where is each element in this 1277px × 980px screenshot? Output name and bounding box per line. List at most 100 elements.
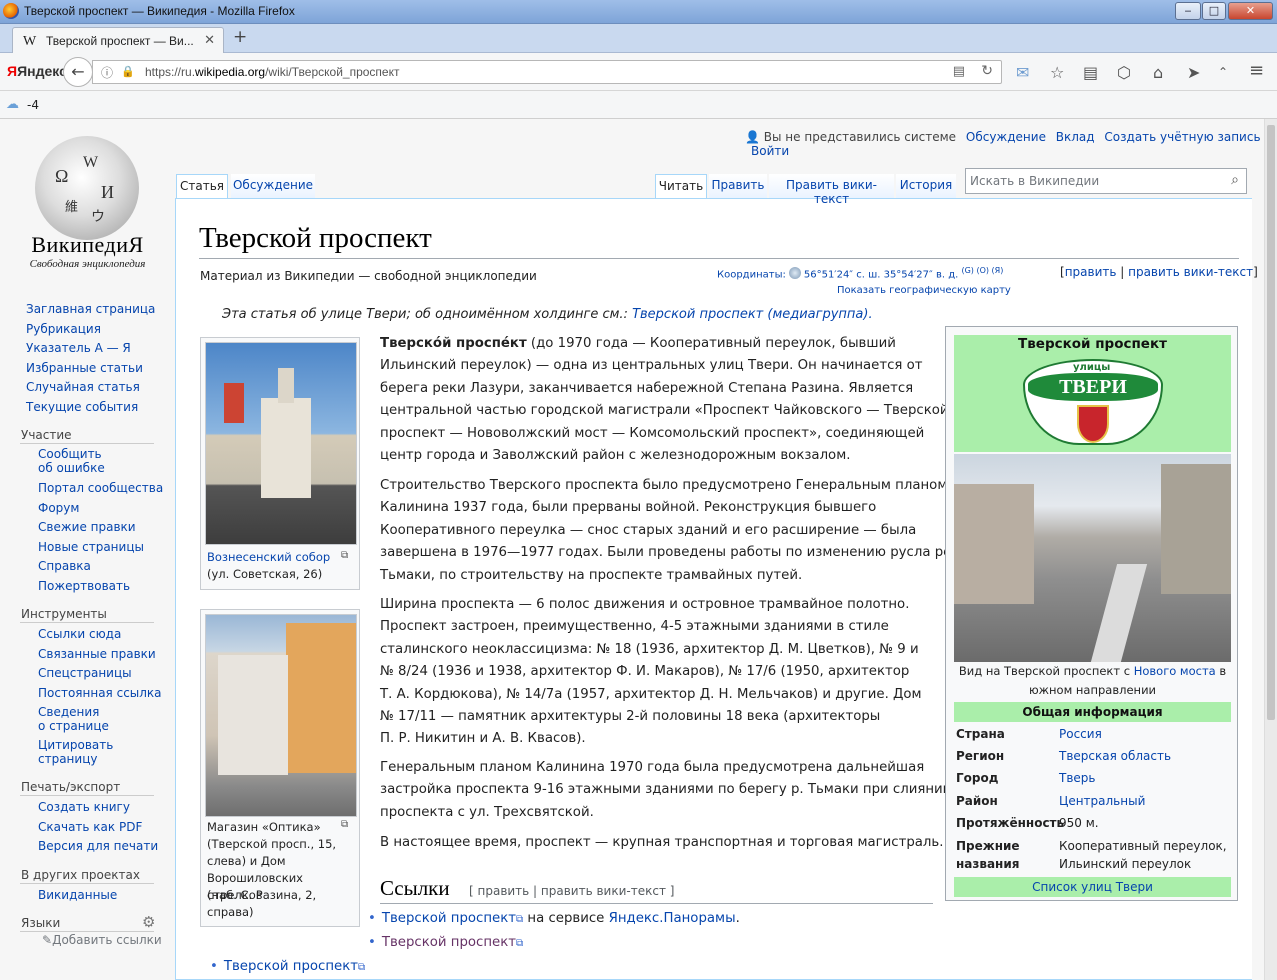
reader-view-icon[interactable]: ▤ [953, 64, 965, 79]
tab-edit[interactable]: Править [709, 174, 767, 198]
tab-edit-source[interactable]: Править вики-текст [769, 174, 894, 206]
sidebar-item-page-info[interactable]: Сведения [38, 705, 99, 719]
search-icon[interactable]: ⌕ [1231, 172, 1239, 188]
new-tab-button[interactable]: + [233, 27, 247, 47]
enlarge-icon[interactable]: ⧉ [341, 819, 348, 830]
article-paragraph-architecture: Ширина проспекта — 6 полос движения и ос… [380, 594, 930, 751]
add-links-link[interactable]: ✎Добавить ссылки [42, 933, 162, 947]
external-link[interactable]: Тверской проспект [224, 959, 358, 974]
scrollbar-thumb[interactable] [1267, 125, 1275, 720]
paragraph-line: Ширина проспекта — 6 полос движения и ос… [380, 597, 910, 612]
menu-icon[interactable]: ≡ [1249, 60, 1264, 81]
left-building [954, 484, 1034, 604]
sidebar-heading-projects: В других проектах [21, 868, 140, 882]
personal-talk-link[interactable]: Обсуждение [966, 130, 1046, 144]
sidebar-item-wikidata[interactable]: Викиданные [38, 888, 117, 902]
wikipedia-wordmark[interactable]: ВикипедиЯ [0, 232, 175, 258]
tab-history[interactable]: История [896, 174, 956, 198]
close-window-button[interactable]: ✕ [1228, 2, 1273, 20]
url-bar[interactable]: ⓘ 🔒 https://ru.wikipedia.org/wiki/Тверск… [92, 60, 1002, 84]
sidebar-item-categories[interactable]: Рубрикация [26, 322, 101, 336]
wikipedia-globe-logo[interactable]: Ω W И 維 ウ [35, 136, 139, 240]
coordinates[interactable]: Координаты: 56°51′24″ с. ш. 35°54′27″ в. … [717, 266, 1003, 280]
globe-icon [788, 267, 801, 280]
paragraph-line: П. Р. Никитин и А. В. Квасов). [380, 731, 586, 747]
optika-photo[interactable] [205, 614, 357, 817]
home-icon[interactable]: ⌂ [1153, 63, 1163, 82]
country-link[interactable]: Россия [1059, 727, 1102, 741]
yandex-label: Яндекс [17, 63, 67, 79]
external-link[interactable]: Тверской проспект [382, 935, 516, 950]
bookmark-star-icon[interactable]: ☆ [1050, 63, 1064, 82]
pocket-icon[interactable]: ⬡ [1117, 63, 1131, 82]
paragraph-line: берега реки Лазури, заканчивается набере… [380, 380, 914, 396]
sidebar-item-current-events[interactable]: Текущие события [26, 400, 138, 414]
sidebar-item-related-changes[interactable]: Связанные правки [38, 647, 156, 661]
back-button[interactable]: ← [63, 57, 93, 87]
edit-source-link[interactable]: править вики-текст [1128, 265, 1253, 279]
sidebar-item-special-pages[interactable]: Спецстраницы [38, 666, 132, 680]
infobox: Тверской проспект улицы ТВЕРИ Вид на Тве… [945, 326, 1238, 901]
tab-talk[interactable]: Обсуждение [231, 174, 315, 198]
article-paragraph-intro: Тверско́й проспе́кт (до 1970 года — Кооп… [380, 333, 949, 467]
maximize-button[interactable]: □ [1202, 2, 1226, 20]
sidebar-item-community[interactable]: Портал сообщества [38, 481, 163, 495]
reload-icon[interactable]: ↻ [981, 63, 993, 79]
sidebar-item-download-pdf[interactable]: Скачать как PDF [38, 820, 142, 834]
search-input[interactable]: Искать в Википедии ⌕ [965, 168, 1247, 194]
sidebar-item-random[interactable]: Случайная статья [26, 380, 140, 394]
browser-tab[interactable]: W Тверской проспект — Ви... ✕ [12, 27, 224, 54]
create-account-link[interactable]: Создать учётную запись [1104, 130, 1260, 144]
region-link[interactable]: Тверская область [1059, 749, 1171, 763]
gear-icon[interactable]: ⚙ [142, 913, 155, 931]
url-text[interactable]: https://ru.wikipedia.org/wiki/Тверской_п… [145, 65, 399, 79]
edit-link[interactable]: править [1065, 265, 1117, 279]
reading-list-icon[interactable]: ▤ [1083, 63, 1098, 82]
new-bridge-link[interactable]: Нового моста [1134, 664, 1216, 678]
sidebar-item-help[interactable]: Справка [38, 559, 91, 573]
sidebar-item-page-info-2[interactable]: о странице [38, 719, 109, 733]
enlarge-icon[interactable]: ⧉ [341, 550, 348, 561]
street-photo[interactable] [954, 454, 1231, 662]
links-edit-links[interactable]: [ править | править вики-текст ] [469, 884, 674, 898]
show-map-link[interactable]: Показать географическую карту [837, 285, 1011, 296]
mail-icon[interactable]: ✉ [1016, 63, 1029, 82]
external-link[interactable]: Тверской проспект [382, 911, 516, 926]
sidebar-item-donate[interactable]: Пожертвовать [38, 579, 130, 593]
sidebar-item-forum[interactable]: Форум [38, 501, 79, 515]
hatnote-link[interactable]: Тверской проспект (медиагруппа). [632, 307, 873, 322]
minimize-button[interactable]: ‒ [1175, 2, 1201, 20]
sidebar-item-permalink[interactable]: Постоянная ссылка [38, 686, 162, 700]
district-link[interactable]: Центральный [1059, 794, 1145, 808]
streets-list-link[interactable]: Список улиц Твери [954, 877, 1231, 897]
sidebar-item-recent-changes[interactable]: Свежие правки [38, 520, 136, 534]
sidebar-heading-print: Печать/экспорт [21, 780, 121, 794]
send-icon[interactable]: ➤ [1187, 63, 1200, 82]
cathedral-link[interactable]: Вознесенский собор [207, 550, 330, 564]
tab-article[interactable]: Статья [176, 174, 228, 198]
bullet: • [368, 911, 376, 926]
sidebar-item-what-links-here[interactable]: Ссылки сюда [38, 627, 121, 641]
tab-read[interactable]: Читать [655, 174, 707, 198]
sidebar-item-report-error[interactable]: Сообщить [38, 447, 102, 461]
yandex-panorama-link[interactable]: Яндекс.Панорамы [609, 911, 736, 926]
sidebar-item-index[interactable]: Указатель А — Я [26, 341, 131, 355]
info-icon[interactable]: ⓘ [101, 64, 113, 81]
temperature[interactable]: -4 [27, 98, 39, 112]
sidebar-item-report-error-2[interactable]: об ошибке [38, 461, 105, 475]
cathedral-photo[interactable] [205, 342, 357, 545]
chevron-up-icon[interactable]: ⌃ [1218, 65, 1228, 79]
contributions-link[interactable]: Вклад [1056, 130, 1095, 144]
yandex-logo[interactable]: ЯЯндекс [7, 63, 67, 79]
sidebar-item-new-pages[interactable]: Новые страницы [38, 540, 144, 554]
sidebar-item-main-page[interactable]: Заглавная страница [26, 302, 155, 316]
sidebar-item-create-book[interactable]: Создать книгу [38, 800, 130, 814]
city-link[interactable]: Тверь [1059, 771, 1095, 785]
sidebar-item-featured[interactable]: Избранные статьи [26, 361, 143, 375]
login-link[interactable]: Войти [751, 144, 789, 158]
scrollbar[interactable] [1264, 119, 1277, 980]
sidebar-item-cite[interactable]: Цитировать [38, 738, 113, 752]
close-tab-icon[interactable]: ✕ [204, 33, 215, 48]
sidebar-item-printable[interactable]: Версия для печати [38, 839, 158, 853]
sidebar-item-cite-2[interactable]: страницу [38, 752, 97, 766]
